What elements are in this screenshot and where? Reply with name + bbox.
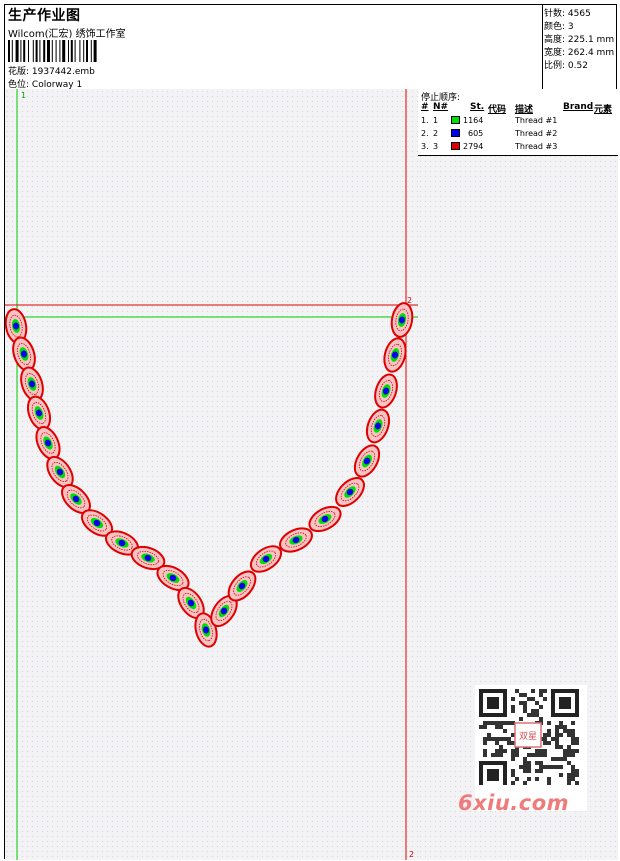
company-name: Wilcom(汇宏) 绣饰工作室 [8,29,126,40]
design-file-row: 花版: 1937442.emb [8,64,95,77]
qr-code-icon: 双星 [479,689,579,789]
col-hash: # [421,102,429,112]
motif-leaf [35,426,61,460]
header-panel: 生产作业图 Wilcom(汇宏) 绣饰工作室 花版: 1937442.emb 色… [5,5,543,90]
stat-stitches: 针数: 4565 [544,9,591,19]
necklace-motifs [5,302,414,648]
marker-1: 1 [21,91,26,100]
motif-leaf [279,527,313,553]
motif-leaf [26,395,52,431]
col-desc: 描述 [515,105,534,115]
col-n: N# [433,102,449,112]
table-row: 3. 3 2794 Thread #3 [421,142,558,151]
table-row: 1. 1 1164 Thread #1 [421,116,558,125]
col-st: St. [470,102,485,112]
color-swatch [451,116,460,124]
color-swatch [451,129,460,137]
col-brand: Brand [563,102,594,112]
design-label: 花版: [8,67,30,77]
stat-height: 高度: 225.1 mm [544,35,615,45]
embroidery-design: 1 2 2 [5,89,418,860]
design-preview: 1 2 2 [5,89,419,860]
motif-leaf [335,477,365,507]
col-code: 代码 [488,105,507,115]
motif-leaf [390,302,414,338]
stat-width: 宽度: 262.4 mm [544,48,615,58]
motif-leaf [383,337,407,373]
design-file-name: 1937442.emb [31,67,95,77]
stop-sequence-table: 停止顺序: # N# St. 代码 描述 Brand 元素 1. 1 1164 … [418,89,618,156]
stat-scale: 比例: 0.52 [544,61,588,71]
svg-text:双星: 双星 [519,731,537,742]
motif-leaf [365,408,391,444]
table-row: 2. 2 605 Thread #2 [421,129,558,138]
watermark-site: 6xiu.com [458,791,570,815]
page-title: 生产作业图 [8,8,81,24]
stats-panel: 针数: 4565 颜色: 3 高度: 225.1 mm 宽度: 262.4 mm… [542,5,618,90]
col-element: 元素 [594,105,613,115]
barcode [8,40,97,62]
side-panel: 停止顺序: # N# St. 代码 描述 Brand 元素 1. 1 1164 … [418,89,618,860]
motif-leaf [374,373,398,409]
production-sheet: 生产作业图 Wilcom(汇宏) 绣饰工作室 花版: 1937442.emb 色… [4,4,618,860]
motif-leaf [353,444,381,478]
stat-colors: 颜色: 3 [544,22,574,32]
marker-2-bottom: 2 [409,850,414,859]
color-swatch [451,142,460,150]
